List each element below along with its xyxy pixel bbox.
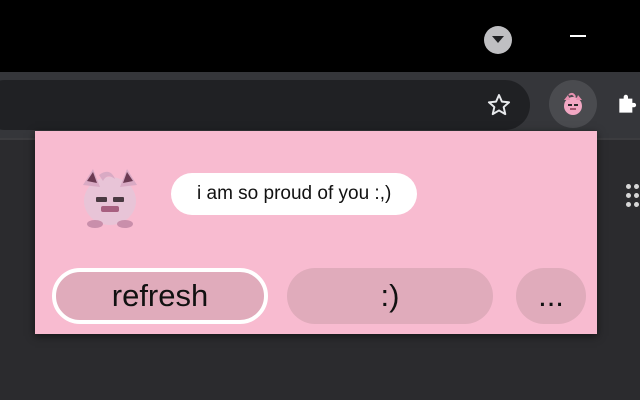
jigglypuff-icon [564, 92, 582, 115]
minimize-icon [570, 35, 586, 37]
minimize-button[interactable] [556, 20, 600, 52]
extension-popup: i am so proud of you :,) refresh :) ... [35, 131, 597, 334]
bookmark-button[interactable] [480, 86, 518, 124]
smile-button[interactable]: :) [287, 268, 493, 324]
jigglypuff-icon [83, 169, 137, 228]
puzzle-icon [619, 94, 637, 113]
extension-button[interactable] [549, 80, 597, 128]
chevron-down-icon [492, 36, 504, 43]
title-bar [0, 0, 640, 72]
tab-search-button[interactable] [484, 26, 512, 54]
more-button[interactable]: ... [516, 268, 586, 324]
speech-bubble: i am so proud of you :,) [171, 173, 418, 215]
apps-grid-icon[interactable] [622, 184, 640, 214]
star-icon [487, 94, 511, 116]
extensions-menu-button[interactable] [608, 84, 640, 124]
address-bar[interactable] [0, 80, 530, 130]
refresh-button[interactable]: refresh [52, 268, 268, 324]
